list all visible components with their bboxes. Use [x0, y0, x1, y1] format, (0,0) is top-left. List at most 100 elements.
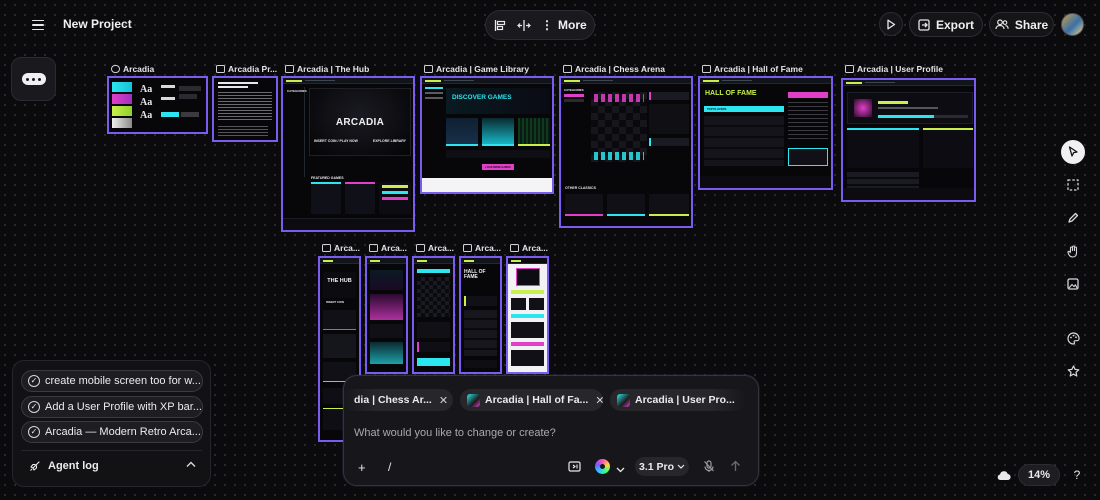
mobile-chess-board [417, 277, 450, 317]
frame-prd[interactable] [212, 76, 278, 142]
context-chip[interactable]: dia | Chess Ar... ✕ [344, 389, 453, 411]
frame-profile[interactable] [841, 78, 976, 202]
cloud-sync-icon[interactable] [995, 467, 1011, 483]
frame-label-chess[interactable]: Arcadia | Chess Arena [563, 64, 693, 74]
draw-tool[interactable] [1061, 206, 1085, 230]
preview-button[interactable] [879, 12, 903, 36]
rocket-icon [30, 460, 40, 471]
swatch [112, 94, 132, 104]
play-icon [887, 19, 896, 29]
frame-design-system[interactable]: Aa Aa Aa [107, 76, 208, 134]
close-icon[interactable]: ✕ [439, 394, 448, 407]
hall-leaderboard [704, 116, 784, 166]
palette-icon [111, 65, 120, 73]
document-icon [216, 65, 225, 73]
zoom-level[interactable]: 14% [1018, 464, 1060, 486]
frame-mobile-library[interactable] [365, 256, 408, 374]
history-panel: ✓ create mobile screen too for w... ✓ Ad… [12, 360, 211, 487]
more-label: More [558, 18, 587, 32]
monitor-icon [463, 244, 472, 252]
prompt-input[interactable] [354, 424, 744, 442]
pencil-icon [1068, 212, 1079, 223]
theme-tool[interactable] [1061, 326, 1085, 350]
chat-toggle-button[interactable] [11, 57, 56, 101]
menu-button[interactable] [24, 12, 52, 38]
frame-hub[interactable]: CATEGORIES ARCADIA INSERT COIN / PLAY NO… [281, 76, 415, 232]
context-chip[interactable]: Arcadia | Hall of Fa... ✕ [460, 389, 603, 411]
library-load-more: LOAD MORE GAMES [482, 164, 514, 170]
check-circle-icon: ✓ [28, 401, 40, 413]
monitor-icon [416, 244, 425, 252]
frame-label-mobile[interactable]: Arca... [369, 243, 409, 253]
context-chip[interactable]: Arcadia | User Pro... [610, 389, 746, 411]
chevron-down-icon [677, 464, 685, 469]
image-icon [1067, 278, 1079, 290]
monitor-icon [702, 65, 711, 73]
divider [21, 450, 202, 451]
frame-label-mobile[interactable]: Arca... [463, 243, 503, 253]
frame-library[interactable]: DISCOVER GAMES LOAD MORE GAMES [420, 76, 554, 194]
swatch [112, 82, 132, 92]
chevron-up-icon[interactable] [186, 459, 196, 471]
monitor-icon [322, 244, 331, 252]
select-tool[interactable] [1061, 140, 1085, 164]
swatch [112, 118, 132, 128]
close-icon[interactable]: ✕ [595, 394, 603, 407]
agent-log-toggle[interactable]: Agent log [29, 460, 99, 472]
hamburger-icon [32, 19, 44, 22]
chess-board [591, 92, 647, 162]
microphone-icon[interactable] [703, 460, 715, 476]
canvas-toolbar: ⋮ More [485, 10, 595, 40]
pan-tool[interactable] [1061, 239, 1085, 263]
history-item[interactable]: ✓ create mobile screen too for w... [21, 370, 203, 392]
frame-label-hall[interactable]: Arcadia | Hall of Fame [702, 64, 832, 74]
frame-hall[interactable]: HALL OF FAME TOP PLAYERS [698, 76, 833, 190]
frame-tool[interactable] [1061, 173, 1085, 197]
user-avatar[interactable] [1061, 13, 1084, 36]
frame-mobile-profile[interactable] [506, 256, 549, 374]
frame-thumbnail [467, 393, 480, 407]
color-theme-icon[interactable] [595, 459, 610, 474]
check-circle-icon: ✓ [28, 375, 40, 387]
export-button[interactable]: Export [909, 12, 983, 37]
add-icon[interactable]: + [358, 460, 366, 475]
favorite-tool[interactable] [1061, 359, 1085, 383]
swatch [112, 106, 132, 116]
tool-rail [1060, 140, 1086, 383]
export-icon [918, 18, 930, 31]
frame-label-hub[interactable]: Arcadia | The Hub [285, 64, 415, 74]
help-icon[interactable]: ? [1069, 467, 1085, 483]
prompt-box: dia | Chess Ar... ✕ Arcadia | Hall of Fa… [343, 375, 759, 486]
project-title[interactable]: New Project [63, 17, 132, 31]
share-button[interactable]: Share [989, 12, 1054, 37]
send-arrow-icon[interactable] [730, 460, 741, 475]
chat-bubble-icon [21, 73, 46, 85]
frame-label-prd[interactable]: Arcadia Pr... [216, 64, 278, 74]
cursor-icon [1068, 146, 1078, 157]
frame-label-mobile[interactable]: Arca... [510, 243, 550, 253]
frame-chess[interactable]: CATEGORIES OTHER CLASSICS [559, 76, 693, 228]
monitor-icon [369, 244, 378, 252]
monitor-icon [285, 65, 294, 73]
history-item[interactable]: ✓ Arcadia — Modern Retro Arca... [21, 421, 203, 443]
hub-hero: ARCADIA INSERT COIN / PLAY NOW EXPLORE L… [309, 88, 411, 156]
frame-label-mobile[interactable]: Arca... [322, 243, 362, 253]
frame-label-mobile[interactable]: Arca... [416, 243, 456, 253]
frame-label-library[interactable]: Arcadia | Game Library [424, 64, 554, 74]
frame-mobile-chess[interactable] [412, 256, 455, 374]
hub-section-title: FEATURED GAMES [311, 176, 344, 180]
align-left-icon[interactable] [494, 17, 507, 33]
slash-command-button[interactable]: / [388, 460, 391, 474]
chevron-down-icon[interactable] [616, 461, 625, 476]
history-item[interactable]: ✓ Add a User Profile with XP bar... [21, 396, 203, 418]
profile-card [847, 92, 973, 124]
distribute-horizontal-icon[interactable] [517, 17, 531, 33]
frame-label-design-system[interactable]: Arcadia [111, 64, 206, 74]
more-button[interactable]: ⋮ More [541, 18, 587, 32]
frame-mobile-hall[interactable]: HALL OF FAME [459, 256, 502, 374]
model-select[interactable]: 3.1 Pro [635, 457, 689, 476]
image-tool[interactable] [1061, 272, 1085, 296]
frame-thumbnail [617, 393, 630, 407]
frame-label-profile[interactable]: Arcadia | User Profile [845, 64, 975, 74]
screen-context-icon[interactable] [568, 460, 581, 476]
